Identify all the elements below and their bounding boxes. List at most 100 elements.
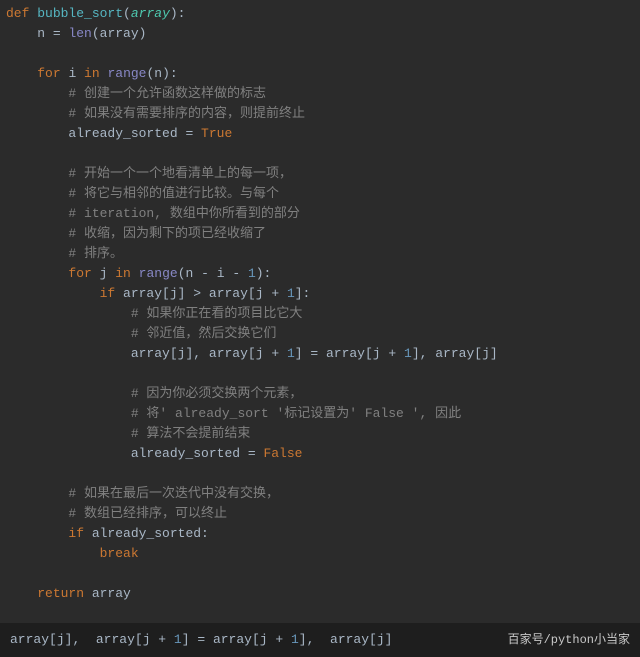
code-line: # 因为你必须交换两个元素， bbox=[6, 384, 640, 404]
var-array: array bbox=[435, 346, 474, 361]
code-line: n = len(array) bbox=[6, 24, 640, 44]
code-line: def bubble_sort(array): bbox=[6, 4, 640, 24]
code-line: # 邻近值，然后交换它们 bbox=[6, 324, 640, 344]
keyword-return: return bbox=[37, 586, 92, 601]
code-line: # 开始一个一个地看清单上的每一项， bbox=[6, 164, 640, 184]
code-line: if array[j] > array[j + 1]: bbox=[6, 284, 640, 304]
colon: : bbox=[201, 526, 209, 541]
paren: ): bbox=[162, 66, 178, 81]
builtin-range: range bbox=[107, 66, 146, 81]
attribution: 百家号/python小当家 bbox=[508, 630, 630, 650]
bracket: [ bbox=[170, 346, 178, 361]
code-line: break bbox=[6, 544, 640, 564]
blank-line bbox=[6, 364, 640, 384]
var-j: j bbox=[256, 346, 264, 361]
blank-line bbox=[6, 44, 640, 64]
comment: # 将' already_sort '标记设置为' False ', 因此 bbox=[131, 406, 461, 421]
var-j: j bbox=[170, 286, 178, 301]
comment: # 将它与相邻的值进行比较。与每个 bbox=[68, 186, 279, 201]
code-line: # 算法不会提前结束 bbox=[6, 424, 640, 444]
op-plus: + bbox=[381, 346, 404, 361]
paren: ( bbox=[123, 6, 131, 21]
bool-true: True bbox=[201, 126, 232, 141]
paren: ) bbox=[139, 26, 147, 41]
bracket: ] bbox=[412, 346, 420, 361]
comma: , bbox=[72, 632, 95, 647]
var-already-sorted: already_sorted bbox=[131, 446, 240, 461]
var-array: array bbox=[213, 632, 252, 647]
var-j: j bbox=[260, 632, 268, 647]
code-line: array[j], array[j + 1] = array[j + 1], a… bbox=[6, 344, 640, 364]
var-array: array bbox=[92, 586, 131, 601]
bottom-code: array[j], array[j + 1] = array[j + 1], a… bbox=[10, 630, 508, 650]
keyword-def: def bbox=[6, 6, 37, 21]
num-1: 1 bbox=[291, 632, 299, 647]
code-line: already_sorted = False bbox=[6, 444, 640, 464]
bracket: ] bbox=[295, 346, 303, 361]
comment: # 收缩，因为剩下的项已经收缩了 bbox=[68, 226, 266, 241]
bracket: ] bbox=[182, 632, 190, 647]
num-1: 1 bbox=[174, 632, 182, 647]
num-1: 1 bbox=[248, 266, 256, 281]
keyword-for: for bbox=[37, 66, 68, 81]
num-1: 1 bbox=[287, 286, 295, 301]
op-eq: = bbox=[178, 126, 201, 141]
comment: # 因为你必须交换两个元素， bbox=[131, 386, 303, 401]
code-line: return array bbox=[6, 584, 640, 604]
code-editor[interactable]: def bubble_sort(array): n = len(array) f… bbox=[0, 0, 640, 604]
bracket: [ bbox=[162, 286, 170, 301]
var-array: array bbox=[96, 632, 135, 647]
code-line: already_sorted = True bbox=[6, 124, 640, 144]
var-j: j bbox=[256, 286, 264, 301]
op-minus: - bbox=[193, 266, 216, 281]
op-eq: = bbox=[303, 346, 326, 361]
var-array: array bbox=[209, 286, 248, 301]
bracket: [ bbox=[248, 286, 256, 301]
blank-line bbox=[6, 464, 640, 484]
comment: # 如果你正在看的项目比它大 bbox=[131, 306, 303, 321]
blank-line bbox=[6, 564, 640, 584]
code-line: if already_sorted: bbox=[6, 524, 640, 544]
comment: # 如果没有需要排序的内容，则提前终止 bbox=[68, 106, 305, 121]
code-line: for j in range(n - i - 1): bbox=[6, 264, 640, 284]
code-line: # 数组已经排序，可以终止 bbox=[6, 504, 640, 524]
code-line: # 创建一个允许函数这样做的标志 bbox=[6, 84, 640, 104]
paren: ( bbox=[178, 266, 186, 281]
var-j: j bbox=[143, 632, 151, 647]
comment: # 排序。 bbox=[68, 246, 123, 261]
comment: # 数组已经排序，可以终止 bbox=[68, 506, 227, 521]
paren: ): bbox=[170, 6, 186, 21]
code-line: # 将' already_sort '标记设置为' False ', 因此 bbox=[6, 404, 640, 424]
bool-false: False bbox=[263, 446, 302, 461]
var-n: n bbox=[37, 26, 45, 41]
op-eq: = bbox=[45, 26, 68, 41]
var-array: array bbox=[209, 346, 248, 361]
blank-line bbox=[6, 144, 640, 164]
bracket: [ bbox=[365, 346, 373, 361]
paren: ( bbox=[92, 26, 100, 41]
var-already-sorted: already_sorted bbox=[68, 126, 177, 141]
code-line: # 如果在最后一次迭代中没有交换， bbox=[6, 484, 640, 504]
var-j: j bbox=[482, 346, 490, 361]
var-array: array bbox=[123, 286, 162, 301]
keyword-if: if bbox=[100, 286, 123, 301]
builtin-len: len bbox=[68, 26, 91, 41]
keyword-if: if bbox=[68, 526, 91, 541]
code-line: # iteration, 数组中你所看到的部分 bbox=[6, 204, 640, 224]
keyword-in: in bbox=[76, 66, 107, 81]
comment: # 创建一个允许函数这样做的标志 bbox=[68, 86, 266, 101]
var-j: j bbox=[57, 632, 65, 647]
bracket: ]: bbox=[295, 286, 311, 301]
comment: # 邻近值，然后交换它们 bbox=[131, 326, 277, 341]
op-gt: > bbox=[185, 286, 208, 301]
function-name: bubble_sort bbox=[37, 6, 123, 21]
var-j: j bbox=[377, 632, 385, 647]
bracket: [ bbox=[252, 632, 260, 647]
bracket: [ bbox=[248, 346, 256, 361]
bracket: ] bbox=[490, 346, 498, 361]
param-array: array bbox=[131, 6, 170, 21]
var-i: i bbox=[217, 266, 225, 281]
op-minus: - bbox=[225, 266, 248, 281]
keyword-in: in bbox=[107, 266, 138, 281]
var-already-sorted: already_sorted bbox=[92, 526, 201, 541]
